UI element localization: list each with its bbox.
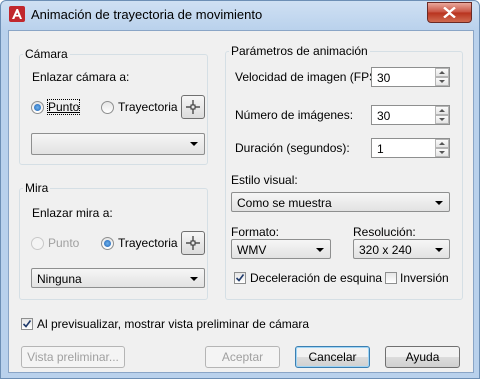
- format-dropdown[interactable]: WMV: [231, 239, 331, 259]
- spin-up-icon[interactable]: [435, 106, 449, 115]
- spin-down-icon[interactable]: [435, 77, 449, 86]
- target-path-dropdown[interactable]: Ninguna: [31, 268, 205, 288]
- frames-spinner[interactable]: 30: [371, 105, 450, 125]
- corner-decel-label[interactable]: Deceleración de esquina: [250, 271, 382, 285]
- target-link-label: Enlazar mira a:: [32, 206, 113, 220]
- reverse-label[interactable]: Inversión: [400, 271, 449, 285]
- ok-button[interactable]: Aceptar: [205, 346, 280, 368]
- pick-point-icon: [186, 100, 200, 114]
- preview-button[interactable]: Vista preliminar...: [21, 346, 125, 368]
- cancel-button[interactable]: Cancelar: [295, 346, 370, 368]
- camera-pick-button[interactable]: [181, 95, 205, 119]
- target-pick-button[interactable]: [181, 231, 205, 255]
- corner-decel-checkbox[interactable]: [234, 272, 246, 284]
- help-button[interactable]: Ayuda: [385, 346, 460, 368]
- spin-up-icon[interactable]: [435, 68, 449, 77]
- camera-path-radio[interactable]: [101, 101, 114, 114]
- visual-style-label: Estilo visual:: [231, 173, 298, 187]
- animation-group-label: Parámetros de animación: [229, 44, 370, 58]
- pick-point-icon: [186, 236, 200, 250]
- target-point-radio[interactable]: [31, 237, 44, 250]
- camera-path-label[interactable]: Trayectoria: [118, 100, 178, 114]
- close-button[interactable]: [427, 2, 472, 23]
- close-icon: [443, 7, 456, 18]
- camera-path-dropdown[interactable]: [31, 133, 205, 155]
- resolution-label: Resolución:: [353, 225, 416, 239]
- target-path-label[interactable]: Trayectoria: [118, 236, 178, 250]
- preview-camera-label[interactable]: Al previsualizar, mostrar vista prelimin…: [37, 317, 309, 331]
- duration-label: Duración (segundos):: [235, 141, 350, 155]
- duration-value[interactable]: 1: [377, 142, 384, 156]
- dialog-title: Animación de trayectoria de movimiento: [31, 7, 263, 22]
- fps-label: Velocidad de imagen (FPS):: [235, 70, 385, 84]
- visual-style-dropdown[interactable]: Como se muestra: [231, 192, 450, 212]
- checkmark-icon: [22, 320, 32, 328]
- target-path-radio[interactable]: [101, 237, 114, 250]
- frames-value[interactable]: 30: [377, 109, 390, 123]
- dropdown-arrow-icon: [316, 248, 324, 252]
- dialog-window: Animación de trayectoria de movimiento C…: [0, 0, 480, 379]
- target-group-label: Mira: [23, 181, 51, 195]
- camera-point-radio[interactable]: [31, 101, 44, 114]
- dialog-client-area: Cámara Enlazar cámara a: Punto Trayector…: [8, 30, 474, 373]
- frames-label: Número de imágenes:: [235, 108, 354, 122]
- format-label: Formato:: [231, 225, 280, 239]
- dropdown-arrow-icon: [190, 142, 198, 146]
- dropdown-arrow-icon: [190, 277, 198, 281]
- resolution-value: 320 x 240: [359, 243, 412, 257]
- fps-value[interactable]: 30: [377, 71, 390, 85]
- spin-up-icon[interactable]: [435, 139, 449, 148]
- title-bar[interactable]: Animación de trayectoria de movimiento: [1, 1, 479, 29]
- spin-down-icon[interactable]: [435, 148, 449, 157]
- camera-group-label: Cámara: [23, 47, 70, 61]
- checkmark-icon: [235, 274, 245, 282]
- preview-camera-checkbox[interactable]: [21, 318, 33, 330]
- dropdown-arrow-icon: [435, 248, 443, 252]
- visual-style-value: Como se muestra: [237, 196, 332, 210]
- fps-spinner[interactable]: 30: [371, 67, 450, 87]
- resolution-dropdown[interactable]: 320 x 240: [353, 239, 450, 259]
- reverse-checkbox[interactable]: [385, 272, 397, 284]
- camera-link-label: Enlazar cámara a:: [32, 70, 130, 84]
- format-value: WMV: [237, 243, 267, 257]
- target-dropdown-value: Ninguna: [37, 272, 82, 286]
- target-point-label[interactable]: Punto: [48, 236, 79, 250]
- camera-point-label[interactable]: Punto: [46, 99, 81, 115]
- autocad-app-icon: [9, 6, 25, 22]
- duration-spinner[interactable]: 1: [371, 138, 450, 158]
- spin-down-icon[interactable]: [435, 115, 449, 124]
- dropdown-arrow-icon: [435, 201, 443, 205]
